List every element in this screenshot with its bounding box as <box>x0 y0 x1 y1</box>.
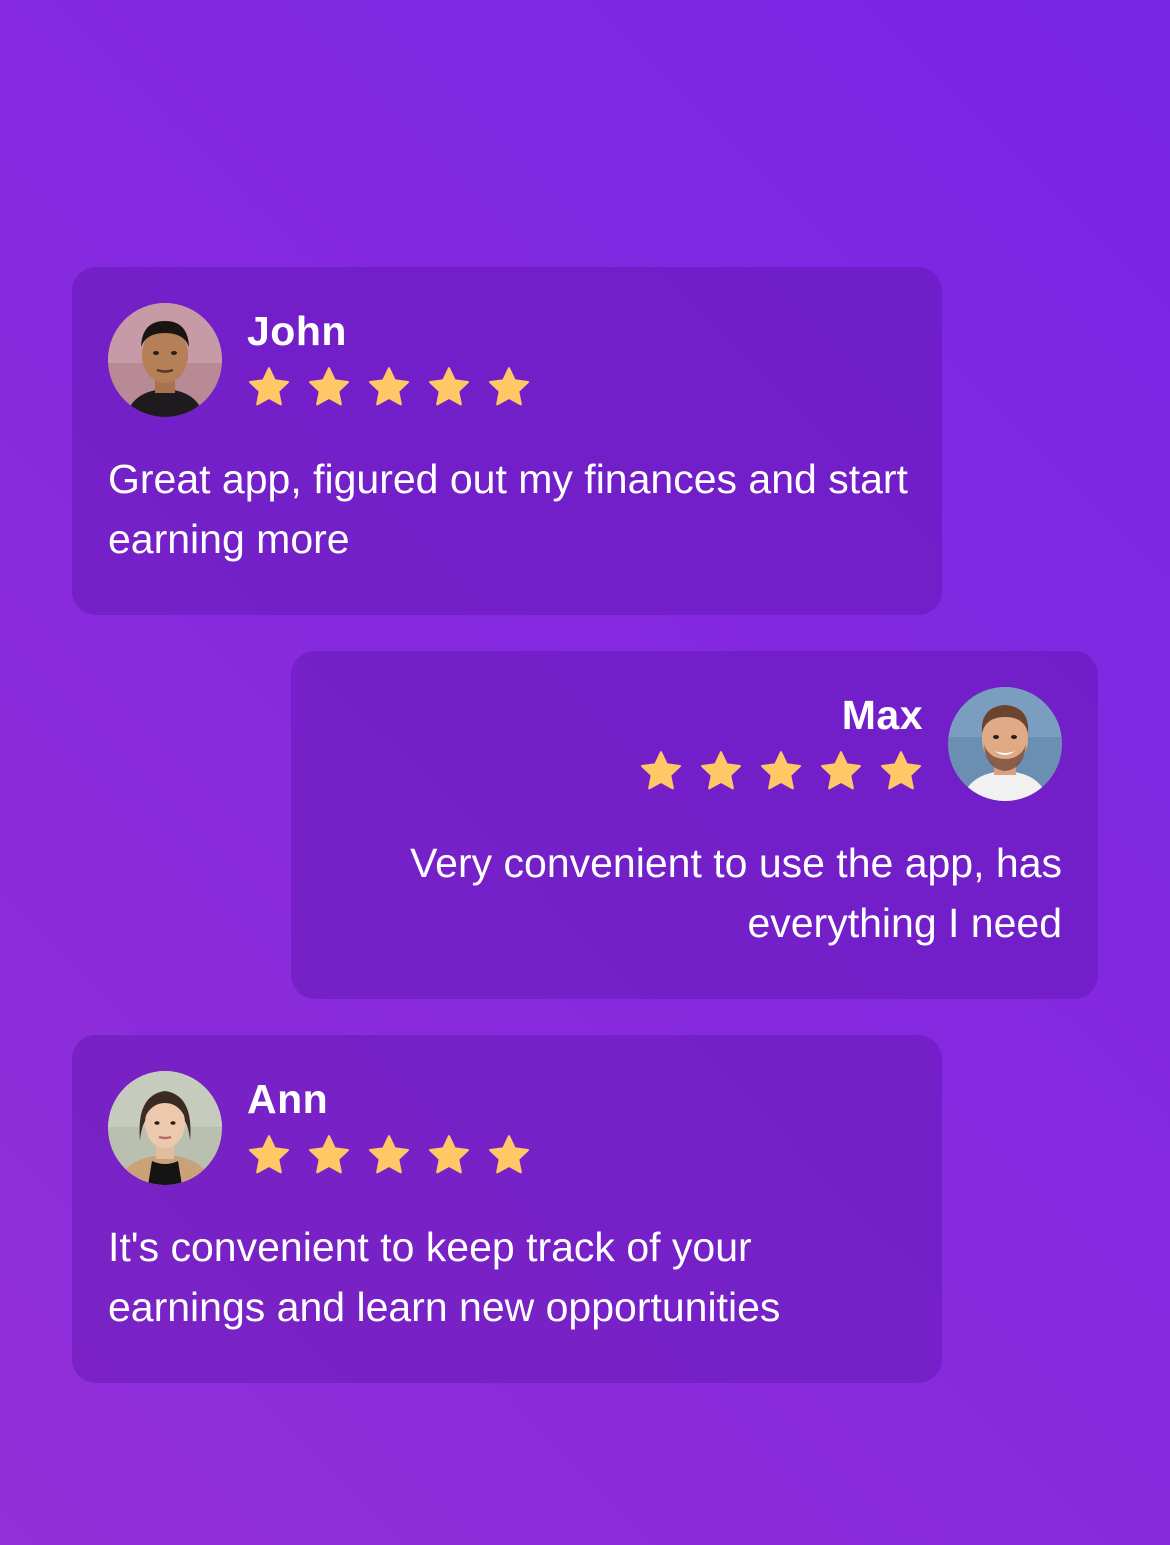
star-icon <box>427 1133 471 1177</box>
star-rating <box>247 1133 531 1181</box>
review-card-max: Max Very convenient to use the app, has … <box>291 651 1098 999</box>
star-rating <box>247 365 531 413</box>
star-icon <box>639 749 683 793</box>
star-icon <box>367 365 411 409</box>
star-icon <box>487 365 531 409</box>
star-icon <box>759 749 803 793</box>
star-icon <box>307 1133 351 1177</box>
review-text: Very convenient to use the app, has ever… <box>410 840 1062 946</box>
star-icon <box>427 365 471 409</box>
review-card-john: John Great app, figured out my finances … <box>72 267 942 615</box>
reviewer-name: John <box>247 308 347 354</box>
star-icon <box>487 1133 531 1177</box>
star-rating <box>639 749 923 797</box>
review-card-ann: Ann It's convenient to keep track of you… <box>72 1035 942 1383</box>
avatar-ann <box>108 1071 222 1185</box>
star-icon <box>699 749 743 793</box>
star-icon <box>247 365 291 409</box>
reviewer-name: Ann <box>247 1076 329 1122</box>
review-text: Great app, figured out my finances and s… <box>108 456 908 562</box>
star-icon <box>367 1133 411 1177</box>
star-icon <box>879 749 923 793</box>
star-icon <box>307 365 351 409</box>
avatar-john <box>108 303 222 417</box>
avatar-max <box>948 687 1062 801</box>
star-icon <box>247 1133 291 1177</box>
star-icon <box>819 749 863 793</box>
review-text: It's convenient to keep track of your ea… <box>108 1224 781 1330</box>
reviewer-name: Max <box>841 692 923 738</box>
